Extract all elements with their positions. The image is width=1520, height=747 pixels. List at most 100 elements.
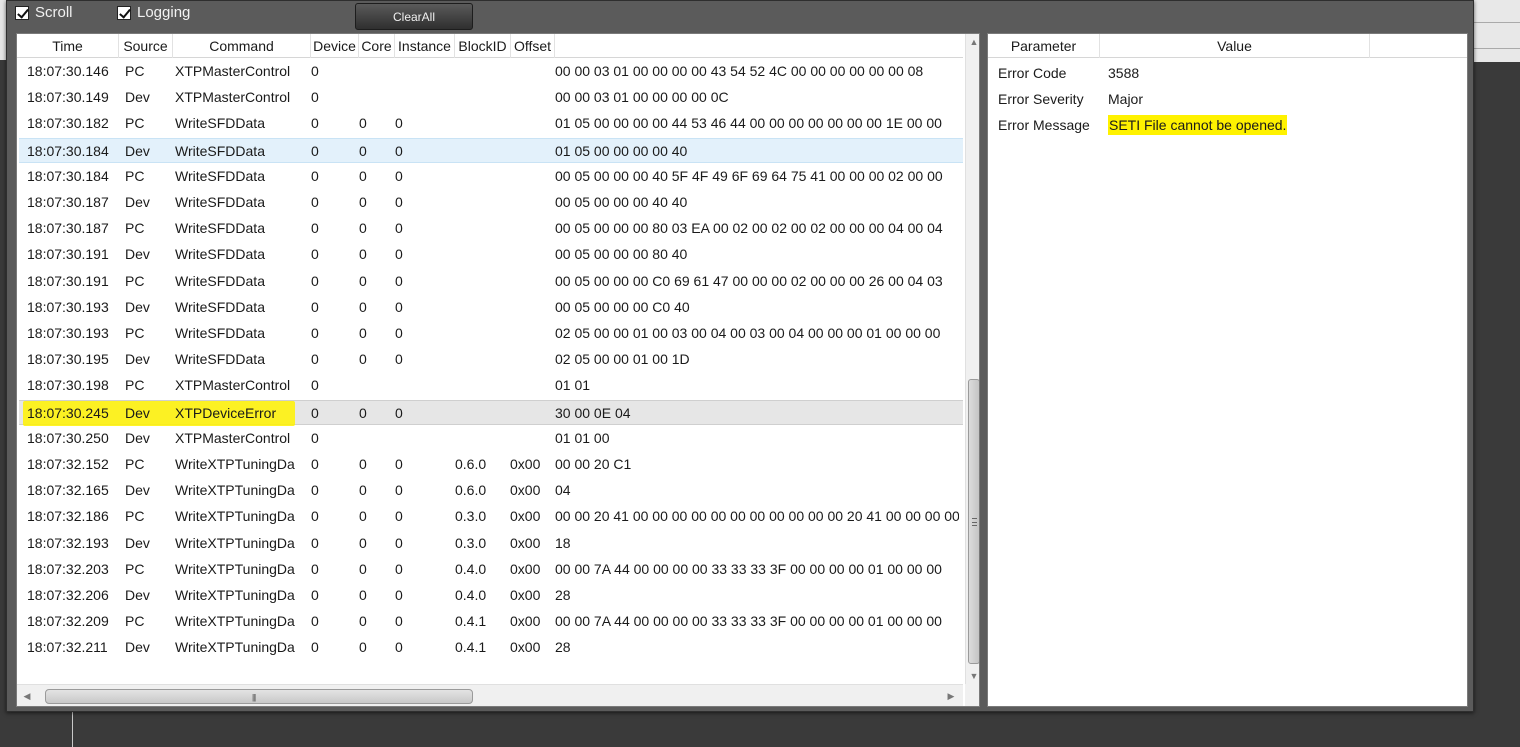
scroll-down-icon[interactable]: ▼ bbox=[966, 668, 979, 684]
cell-command: XTPDeviceError bbox=[175, 404, 277, 421]
column-header-data[interactable] bbox=[555, 34, 963, 58]
table-row[interactable]: 18:07:30.193 Dev WriteSFDData 0 0 0 00 05 00 0… bbox=[19, 295, 963, 320]
cell-source: Dev bbox=[125, 142, 150, 159]
cell-command: XTPMasterControl bbox=[175, 377, 291, 394]
cell-offset: 0x00 bbox=[510, 587, 541, 603]
cell-device: 0 bbox=[311, 613, 319, 630]
parameter-row[interactable]: Error Code 3588 bbox=[988, 60, 1467, 86]
cell-time: 18:07:30.146 bbox=[27, 63, 109, 79]
table-row[interactable]: 18:07:30.184 Dev WriteSFDData 0 0 0 01 05 00 0… bbox=[19, 137, 963, 163]
table-row[interactable]: 18:07:30.187 PC WriteSFDData 0 0 0 00 05 00 00… bbox=[19, 216, 963, 241]
cell-time: 18:07:32.186 bbox=[27, 508, 109, 525]
cell-instance: 0 bbox=[395, 272, 403, 289]
cell-data: 00 00 20 41 00 00 00 00 00 00 00 00 00 0… bbox=[555, 508, 959, 525]
table-row[interactable]: 18:07:32.193 Dev WriteXTPTuningDa 0 0 0 0.3.0 0… bbox=[19, 531, 963, 556]
table-row[interactable]: 18:07:30.184 PC WriteSFDData 0 0 0 00 05 00 00… bbox=[19, 164, 963, 189]
cell-blockid bbox=[455, 190, 503, 215]
parameter-name: Error Code bbox=[998, 65, 1067, 81]
table-row[interactable]: 18:07:32.211 Dev WriteXTPTuningDa 0 0 0 0.4.1 0… bbox=[19, 635, 963, 660]
scroll-checkbox[interactable]: Scroll bbox=[15, 4, 73, 21]
cell-device: 0 bbox=[311, 167, 319, 184]
cell-blockid bbox=[455, 269, 503, 294]
cell-core bbox=[359, 59, 389, 84]
table-row[interactable]: 18:07:30.193 PC WriteSFDData 0 0 0 02 05 00 00… bbox=[19, 321, 963, 346]
table-row[interactable]: 18:07:32.209 PC WriteXTPTuningDa 0 0 0 0.4.1 0x… bbox=[19, 609, 963, 634]
cell-blockid bbox=[455, 242, 503, 267]
table-row[interactable]: 18:07:30.245 Dev XTPDeviceError 0 0 0 30 00 0E… bbox=[19, 399, 963, 426]
horizontal-scrollbar[interactable]: ◀ ||| ▶ bbox=[17, 684, 963, 706]
cell-device: 0 bbox=[311, 534, 319, 551]
cell-device: 0 bbox=[311, 351, 319, 368]
column-header-device[interactable]: Device bbox=[311, 34, 359, 58]
cell-blockid: 0.4.0 bbox=[455, 587, 487, 603]
cell-core: 0 bbox=[359, 613, 367, 630]
cell-command: WriteSFDData bbox=[175, 142, 265, 159]
cell-core: 0 bbox=[359, 482, 367, 499]
cell-time: 18:07:30.191 bbox=[27, 246, 109, 263]
cell-core: 0 bbox=[359, 246, 367, 263]
parameter-table: Parameter Value Error Code 3588 Error Seve… bbox=[987, 33, 1468, 707]
cell-device: 0 bbox=[311, 194, 319, 210]
table-row[interactable]: 18:07:30.250 Dev XTPMasterControl 0 01 01 00 bbox=[19, 426, 963, 451]
table-row[interactable]: 18:07:30.191 Dev WriteSFDData 0 0 0 00 05 00 0… bbox=[19, 242, 963, 267]
cell-core: 0 bbox=[359, 587, 367, 603]
cell-data: 00 05 00 00 00 40 40 bbox=[555, 194, 688, 210]
cell-time: 18:07:32.165 bbox=[27, 482, 109, 499]
parameter-row[interactable]: Error Message SETI File cannot be opened. bbox=[988, 112, 1467, 138]
cell-blockid bbox=[455, 426, 503, 451]
table-row[interactable]: 18:07:30.149 Dev XTPMasterControl 0 00 00 03… bbox=[19, 85, 963, 110]
checkbox-checked-icon bbox=[117, 5, 131, 20]
scroll-left-icon[interactable]: ◀ bbox=[19, 685, 35, 706]
cell-source: Dev bbox=[125, 194, 150, 210]
cell-offset bbox=[510, 321, 542, 346]
table-row[interactable]: 18:07:30.191 PC WriteSFDData 0 0 0 00 05 00 00… bbox=[19, 269, 963, 294]
table-row[interactable]: 18:07:30.198 PC XTPMasterControl 0 01 01 bbox=[19, 373, 963, 398]
column-header-source[interactable]: Source bbox=[119, 34, 173, 58]
cell-data: 00 05 00 00 00 C0 69 61 47 00 00 00 02 0… bbox=[555, 272, 943, 289]
column-header-command[interactable]: Command bbox=[173, 34, 311, 58]
column-header-core[interactable]: Core bbox=[359, 34, 395, 58]
cell-source: Dev bbox=[125, 298, 150, 315]
cell-device: 0 bbox=[311, 115, 319, 132]
parameter-value: SETI File cannot be opened. bbox=[1108, 115, 1288, 135]
column-header-instance[interactable]: Instance bbox=[395, 34, 455, 58]
scroll-up-icon[interactable]: ▲ bbox=[966, 34, 979, 50]
parameter-row[interactable]: Error Severity Major bbox=[988, 86, 1467, 112]
cell-data: 00 00 03 01 00 00 00 00 43 54 52 4C 00 0… bbox=[555, 63, 924, 79]
cell-time: 18:07:30.191 bbox=[27, 272, 109, 289]
logging-checkbox[interactable]: Logging bbox=[117, 4, 190, 21]
cell-core: 0 bbox=[359, 298, 367, 315]
cell-offset: 0x00 bbox=[510, 560, 541, 577]
cell-time: 18:07:32.193 bbox=[27, 534, 109, 551]
cell-offset: 0x00 bbox=[510, 613, 541, 630]
cell-data: 00 00 7A 44 00 00 00 00 33 33 33 3F 00 0… bbox=[555, 560, 942, 577]
column-header-blockid[interactable]: BlockID bbox=[455, 34, 511, 58]
vertical-scrollbar[interactable]: ▲ ▼ bbox=[965, 34, 979, 684]
cell-device: 0 bbox=[311, 246, 319, 263]
cell-data: 00 00 20 C1 bbox=[555, 456, 632, 472]
cell-source: PC bbox=[125, 220, 145, 237]
table-row[interactable]: 18:07:32.152 PC WriteXTPTuningDa 0 0 0 0.6.0 0x… bbox=[19, 452, 963, 477]
column-header-value[interactable]: Value bbox=[1100, 34, 1370, 58]
table-row[interactable]: 18:07:30.146 PC XTPMasterControl 0 00 00 03 … bbox=[19, 59, 963, 84]
scroll-right-icon[interactable]: ▶ bbox=[943, 685, 959, 706]
cell-command: XTPMasterControl bbox=[175, 89, 291, 106]
column-header-time[interactable]: Time bbox=[17, 34, 119, 58]
cell-offset: 0x00 bbox=[510, 534, 541, 551]
table-row[interactable]: 18:07:30.182 PC WriteSFDData 0 0 0 01 05 00 00… bbox=[19, 111, 963, 136]
table-row[interactable]: 18:07:32.203 PC WriteXTPTuningDa 0 0 0 0.4.0 0x… bbox=[19, 557, 963, 582]
column-header-parameter[interactable]: Parameter bbox=[988, 34, 1100, 58]
column-header-offset[interactable]: Offset bbox=[511, 34, 555, 58]
vertical-scroll-thumb[interactable] bbox=[968, 379, 979, 664]
cell-time: 18:07:30.149 bbox=[27, 89, 109, 106]
table-row[interactable]: 18:07:32.206 Dev WriteXTPTuningDa 0 0 0 0.4.0 0… bbox=[19, 583, 963, 608]
table-row[interactable]: 18:07:32.186 PC WriteXTPTuningDa 0 0 0 0.3.0 0x… bbox=[19, 504, 963, 529]
scroll-checkbox-label: Scroll bbox=[35, 4, 73, 21]
horizontal-scroll-thumb[interactable]: ||| bbox=[45, 689, 473, 704]
cell-command: WriteSFDData bbox=[175, 325, 265, 341]
clear-all-button[interactable]: ClearAll bbox=[355, 3, 473, 30]
table-row[interactable]: 18:07:30.195 Dev WriteSFDData 0 0 0 02 05 00 0… bbox=[19, 347, 963, 372]
parameter-value: 3588 bbox=[1108, 65, 1140, 81]
table-row[interactable]: 18:07:32.165 Dev WriteXTPTuningDa 0 0 0 0.6.0 0… bbox=[19, 478, 963, 503]
table-row[interactable]: 18:07:30.187 Dev WriteSFDData 0 0 0 00 05 00 0… bbox=[19, 190, 963, 215]
